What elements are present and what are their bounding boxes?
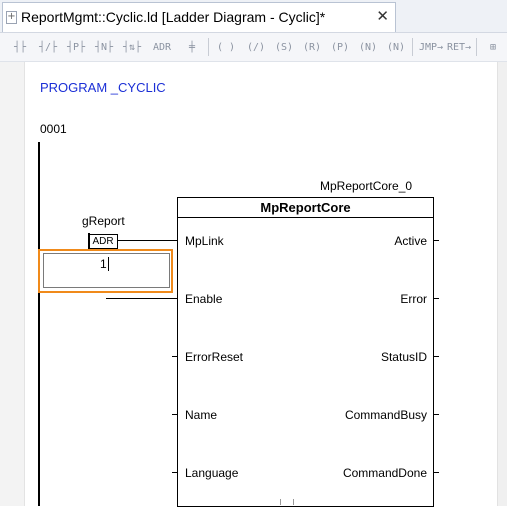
coil-set-icon[interactable]: (S): [272, 37, 296, 57]
contact-no-icon[interactable]: ┤├: [8, 37, 32, 57]
coil-n2-icon[interactable]: (N): [384, 37, 408, 57]
input-pin-stub: [172, 356, 177, 357]
add-network-icon[interactable]: ⊞: [482, 37, 504, 57]
fb-input-name[interactable]: Name: [185, 408, 217, 422]
output-pin-stub: [434, 414, 439, 415]
fb-output-commanddone[interactable]: CommandDone: [343, 466, 427, 480]
contact-pn-icon[interactable]: ┤⇅├: [120, 37, 144, 57]
program-title: PROGRAM _CYCLIC: [40, 80, 166, 95]
input-pin-stub: [172, 414, 177, 415]
fb-input-mplink[interactable]: MpLink: [185, 234, 224, 248]
output-pin-stub: [434, 298, 439, 299]
coil-positive-icon[interactable]: (P): [328, 37, 352, 57]
return-icon[interactable]: RET→: [446, 37, 472, 57]
fb-output-commandbusy[interactable]: CommandBusy: [345, 408, 427, 422]
toolbar-separator: [412, 38, 413, 56]
tab-pin-icon[interactable]: +: [6, 11, 17, 24]
mplink-wire: [118, 240, 177, 241]
fb-instance-name[interactable]: MpReportCore_0: [320, 179, 412, 193]
toolbar-separator: [208, 38, 209, 56]
vertical-scrollbar[interactable]: [497, 62, 507, 506]
function-block-icon[interactable]: ╪: [180, 37, 204, 57]
enable-wire: [106, 298, 177, 299]
fb-type-name: MpReportCore: [260, 200, 351, 215]
fb-output-error[interactable]: Error: [400, 292, 427, 306]
fb-input-enable[interactable]: Enable: [185, 292, 222, 306]
text-caret: [108, 257, 109, 271]
coil-negated-icon[interactable]: (/): [244, 37, 268, 57]
document-tab[interactable]: + ReportMgmt::Cyclic.ld [Ladder Diagram …: [2, 2, 396, 32]
output-pin-stub: [434, 356, 439, 357]
editor-gutter: [0, 62, 25, 506]
contact-p-icon[interactable]: ┤P├: [64, 37, 88, 57]
document-tab-bar: + ReportMgmt::Cyclic.ld [Ladder Diagram …: [0, 0, 507, 33]
fb-input-language[interactable]: Language: [185, 466, 238, 480]
coil-negative-icon[interactable]: (N): [356, 37, 380, 57]
output-pin-stub: [434, 240, 439, 241]
fb-input-errorreset[interactable]: ErrorReset: [185, 350, 243, 364]
fb-header-divider: [177, 217, 434, 218]
input-pin-stub: [172, 472, 177, 473]
fb-output-active[interactable]: Active: [394, 234, 427, 248]
output-pin-stub: [434, 472, 439, 473]
inline-value-text: 1: [100, 257, 107, 271]
coil-reset-icon[interactable]: (R): [300, 37, 324, 57]
rung-number: 0001: [40, 122, 67, 136]
adr-operator[interactable]: ADR: [88, 234, 118, 249]
adr-bracket: [88, 233, 90, 250]
contact-n-icon[interactable]: ┤N├: [92, 37, 116, 57]
adr-icon[interactable]: ADR: [150, 37, 174, 57]
ladder-toolbar: ┤├ ┤/├ ┤P├ ┤N├ ┤⇅├ ADR ╪( ) (/) (S) (R) (P) (N) (N) J…: [0, 33, 507, 62]
variable-name[interactable]: gReport: [82, 214, 125, 228]
fb-output-statusid[interactable]: StatusID: [381, 350, 427, 364]
left-power-rail: [38, 142, 40, 506]
tab-title: ReportMgmt::Cyclic.ld [Ladder Diagram - …: [21, 9, 326, 25]
coil-icon[interactable]: ( ): [214, 37, 238, 57]
jump-icon[interactable]: JMP→: [418, 37, 444, 57]
scrollbar-grip[interactable]: [280, 499, 294, 505]
close-icon[interactable]: ✕: [376, 7, 389, 25]
contact-nc-icon[interactable]: ┤/├: [36, 37, 60, 57]
toolbar-separator: [476, 38, 477, 56]
